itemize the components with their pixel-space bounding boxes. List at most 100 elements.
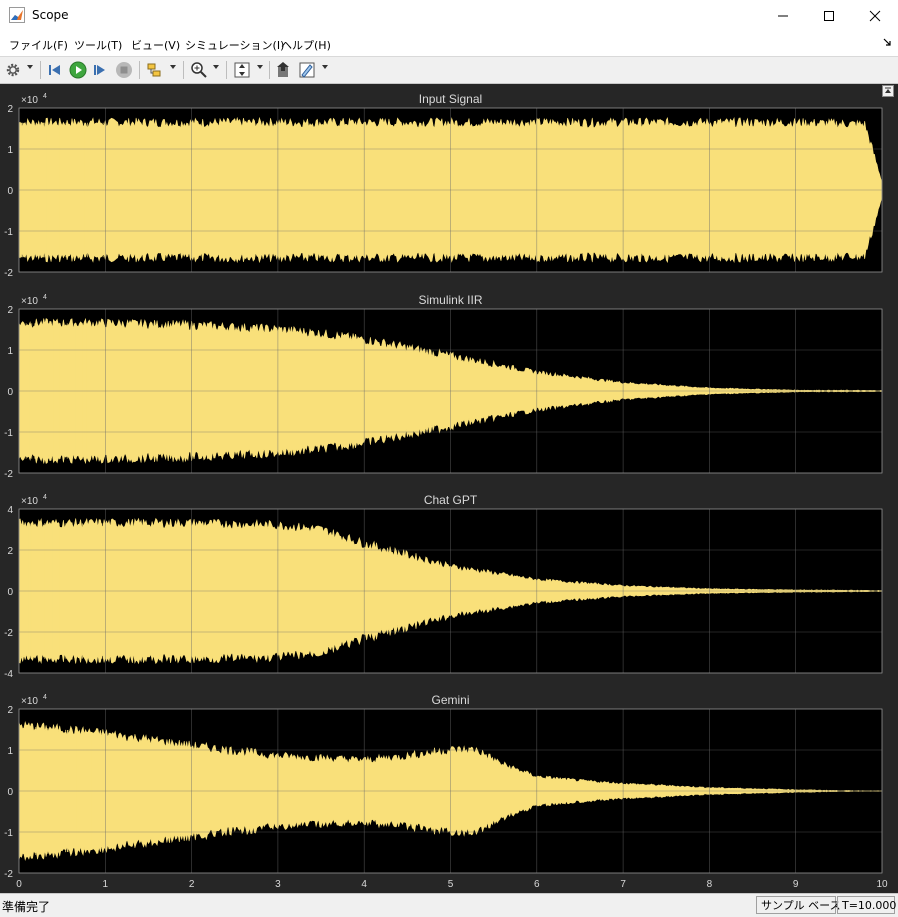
- x-tick-label: 9: [793, 879, 799, 890]
- y-tick-label: -1: [4, 227, 13, 238]
- run-button[interactable]: [69, 60, 87, 80]
- y-tick-label: -2: [4, 268, 13, 279]
- exponent-label: ×10: [21, 696, 38, 707]
- menu-help[interactable]: ヘルプ(H): [281, 37, 331, 53]
- y-tick-label: -2: [4, 869, 13, 880]
- run-icon: [69, 61, 87, 79]
- zoom-in-icon: [191, 62, 207, 78]
- style-button[interactable]: [298, 60, 316, 80]
- scope-axes-2: Chat GPT ×10 4 4 2 0 -2 -4: [4, 493, 883, 680]
- scope-axes-1: Simulink IIR ×10 4 2 1 0 -1 -2: [4, 293, 883, 480]
- y-tick-label: -4: [4, 669, 13, 680]
- status-bar: 準備完了 サンプル ベース T=10.000: [0, 893, 898, 917]
- x-tick-label: 5: [448, 879, 454, 890]
- y-tick-label: 2: [7, 104, 13, 115]
- exponent-power: 4: [43, 93, 47, 100]
- autoscale-icon: [234, 62, 250, 78]
- minimize-icon: [778, 15, 788, 17]
- step-forward-button[interactable]: [92, 60, 108, 80]
- scope-axes-0: Input Signal ×10 4 2 1 0 -1 -2: [4, 92, 883, 279]
- y-tick-label: 1: [7, 145, 13, 156]
- y-tick-label: -1: [4, 428, 13, 439]
- autoscale-button[interactable]: [233, 60, 251, 80]
- menu-tools[interactable]: ツール(T): [74, 37, 122, 53]
- style-icon: [299, 62, 315, 78]
- stop-button[interactable]: [115, 60, 133, 80]
- x-tick-label: 6: [534, 879, 540, 890]
- scope-display: Input Signal ×10 4 2 1 0 -1 -2 Simulink IIR ×10 4 2…: [0, 84, 898, 893]
- toolbar-separator: [40, 61, 41, 79]
- step-back-button[interactable]: [47, 60, 63, 80]
- exponent-power: 4: [43, 294, 47, 301]
- matlab-icon: [9, 7, 25, 23]
- menu-simulation[interactable]: シミュレーション(I): [185, 37, 284, 53]
- exponent-label: ×10: [21, 95, 38, 106]
- dock-arrow-icon[interactable]: [882, 37, 892, 47]
- y-tick-label: 2: [7, 305, 13, 316]
- y-tick-label: 0: [7, 387, 13, 398]
- sample-mode: サンプル ベース: [756, 896, 841, 914]
- y-tick-label: 0: [7, 787, 13, 798]
- plot-title: Chat GPT: [424, 493, 478, 507]
- maximize-button[interactable]: [806, 0, 852, 32]
- settings-dropdown-icon[interactable]: [27, 65, 33, 69]
- maximize-icon: [824, 11, 834, 21]
- exponent-power: 4: [43, 694, 47, 701]
- x-tick-label: 2: [189, 879, 195, 890]
- gear-icon: [6, 63, 20, 77]
- write-data-icon: [277, 62, 289, 77]
- highlight-icon: [147, 63, 161, 77]
- y-tick-label: 2: [7, 705, 13, 716]
- toolbar: [0, 57, 898, 84]
- y-tick-label: 4: [7, 505, 13, 516]
- toolbar-separator: [139, 61, 140, 79]
- scope-plots: Input Signal×10 4210-1-2Simulink IIR×10 42…: [4, 92, 888, 890]
- y-tick-label: 0: [7, 587, 13, 598]
- exponent-label: ×10: [21, 496, 38, 507]
- status-ready: 準備完了: [2, 900, 51, 914]
- title-bar: Scope: [0, 0, 898, 32]
- plot-title: Input Signal: [419, 92, 482, 106]
- undock-icon[interactable]: [882, 85, 894, 97]
- zoom-dropdown-icon[interactable]: [213, 65, 219, 69]
- menu-bar: ファイル(F) ツール(T) ビュー(V) シミュレーション(I) ヘルプ(H): [0, 32, 898, 57]
- toolbar-separator: [226, 61, 227, 79]
- highlight-button[interactable]: [146, 60, 164, 80]
- window-title: Scope: [32, 8, 69, 22]
- y-tick-label: -2: [4, 469, 13, 480]
- x-tick-label: 4: [361, 879, 367, 890]
- write-data-button[interactable]: [275, 60, 293, 80]
- settings-button[interactable]: [5, 60, 21, 80]
- minimize-button[interactable]: [760, 0, 806, 32]
- zoom-in-button[interactable]: [190, 60, 208, 80]
- scope-axes-3: Gemini×10 4210-1-20 1 2 3 4 5 6 7 8 9 10: [4, 693, 888, 890]
- x-tick-label: 0: [16, 879, 22, 890]
- style-dropdown-icon[interactable]: [322, 65, 328, 69]
- x-tick-label: 7: [620, 879, 626, 890]
- x-tick-label: 10: [876, 879, 888, 890]
- y-tick-label: -2: [4, 628, 13, 639]
- exponent-power: 4: [43, 494, 47, 501]
- x-tick-label: 1: [103, 879, 109, 890]
- step-forward-icon: [94, 65, 105, 75]
- highlight-dropdown-icon[interactable]: [170, 65, 176, 69]
- close-button[interactable]: [852, 0, 898, 32]
- exponent-label: ×10: [21, 296, 38, 307]
- x-tick-label: 3: [275, 879, 281, 890]
- x-tick-label: 8: [707, 879, 713, 890]
- plot-title: Simulink IIR: [418, 293, 482, 307]
- step-back-icon: [49, 65, 60, 75]
- menu-file[interactable]: ファイル(F): [9, 37, 68, 53]
- toolbar-separator: [183, 61, 184, 79]
- plot-title: Gemini: [431, 693, 469, 707]
- stop-icon: [116, 62, 132, 78]
- simulation-time: T=10.000: [837, 896, 896, 914]
- close-icon: [869, 10, 881, 22]
- y-tick-label: 2: [7, 546, 13, 557]
- toolbar-separator: [269, 61, 270, 79]
- y-tick-label: 0: [7, 186, 13, 197]
- y-tick-label: 1: [7, 746, 13, 757]
- menu-view[interactable]: ビュー(V): [131, 37, 180, 53]
- autoscale-dropdown-icon[interactable]: [257, 65, 263, 69]
- y-tick-label: 1: [7, 346, 13, 357]
